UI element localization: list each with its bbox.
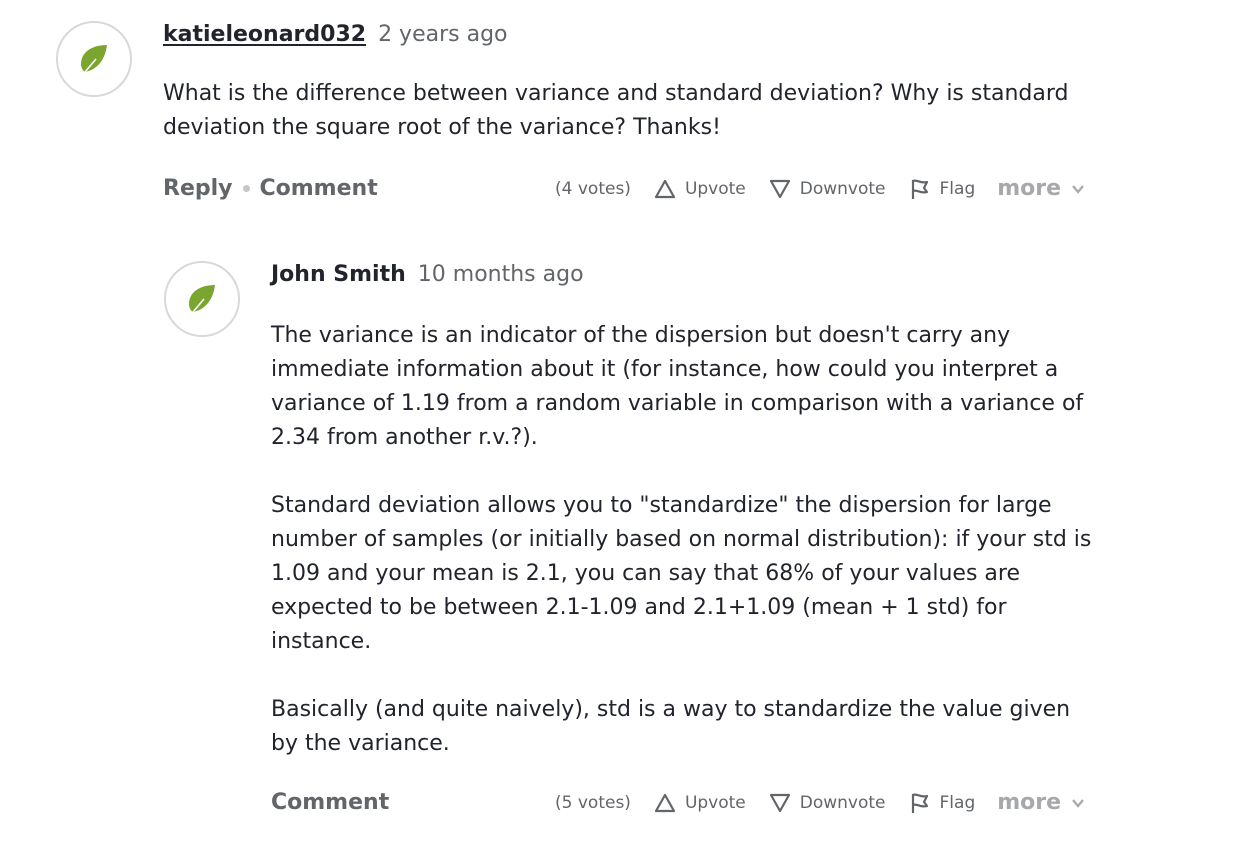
upvote-label: Upvote: [684, 178, 746, 199]
answer-flag-button[interactable]: Flag: [908, 791, 976, 815]
answer-avatar[interactable]: [164, 261, 240, 337]
downvote-label: Downvote: [799, 792, 886, 813]
question-paragraph: What is the difference between variance …: [163, 81, 1069, 140]
answer-more-menu[interactable]: more: [997, 790, 1085, 815]
answer-downvote-button[interactable]: Downvote: [768, 791, 886, 815]
answer-paragraph-3: Basically (and quite naively), std is a …: [271, 697, 1071, 756]
triangle-up-icon: [654, 793, 676, 812]
question-avatar[interactable]: [56, 21, 132, 97]
question-upvote-button[interactable]: Upvote: [653, 177, 746, 201]
chevron-down-icon: [1072, 798, 1084, 808]
answer-paragraph-1: The variance is an indicator of the disp…: [271, 323, 1084, 450]
question-flag-button[interactable]: Flag: [908, 177, 976, 201]
question-comment-button[interactable]: Comment: [260, 176, 378, 201]
answer-vote-count: (5 votes): [555, 792, 631, 813]
answer-vote-bar: (5 votes) Upvote Downvote Flag more: [555, 790, 1085, 815]
answer-paragraph-2: Standard deviation allows you to "standa…: [271, 493, 1092, 654]
flag-icon: [911, 792, 928, 813]
question-more-menu[interactable]: more: [997, 176, 1085, 201]
leaf-icon: [81, 45, 107, 73]
triangle-down-icon: [769, 179, 790, 198]
answer-actions-left: Comment: [271, 790, 389, 815]
more-label: more: [997, 176, 1062, 201]
flag-label: Flag: [939, 792, 976, 813]
upvote-label: Upvote: [684, 792, 746, 813]
separator-dot: [242, 185, 250, 192]
flag-label: Flag: [939, 178, 976, 199]
question-vote-bar: (4 votes) Upvote Downvote Flag more: [555, 176, 1085, 201]
question-meta: katieleonard032 2 years ago: [163, 22, 508, 47]
answer-upvote-button[interactable]: Upvote: [653, 791, 746, 815]
triangle-up-icon: [654, 179, 676, 198]
question-author-link[interactable]: katieleonard032: [163, 22, 366, 47]
answer-meta: John Smith 10 months ago: [271, 262, 584, 287]
chevron-down-icon: [1072, 184, 1084, 194]
answer-comment-button[interactable]: Comment: [271, 790, 389, 815]
leaf-icon: [189, 285, 215, 313]
question-text: What is the difference between variance …: [163, 77, 1103, 145]
question-downvote-button[interactable]: Downvote: [768, 177, 886, 201]
reply-button[interactable]: Reply: [163, 176, 233, 201]
answer-author[interactable]: John Smith: [271, 262, 406, 287]
question-vote-count: (4 votes): [555, 178, 631, 199]
downvote-label: Downvote: [799, 178, 886, 199]
more-label: more: [997, 790, 1062, 815]
discussion-thread: katieleonard032 2 years ago What is the …: [0, 0, 1258, 854]
answer-timestamp: 10 months ago: [417, 262, 584, 287]
flag-icon: [911, 178, 928, 199]
answer-text: The variance is an indicator of the disp…: [271, 319, 1101, 761]
question-timestamp: 2 years ago: [378, 22, 508, 47]
triangle-down-icon: [769, 793, 790, 812]
question-actions-left: Reply Comment: [163, 176, 378, 201]
